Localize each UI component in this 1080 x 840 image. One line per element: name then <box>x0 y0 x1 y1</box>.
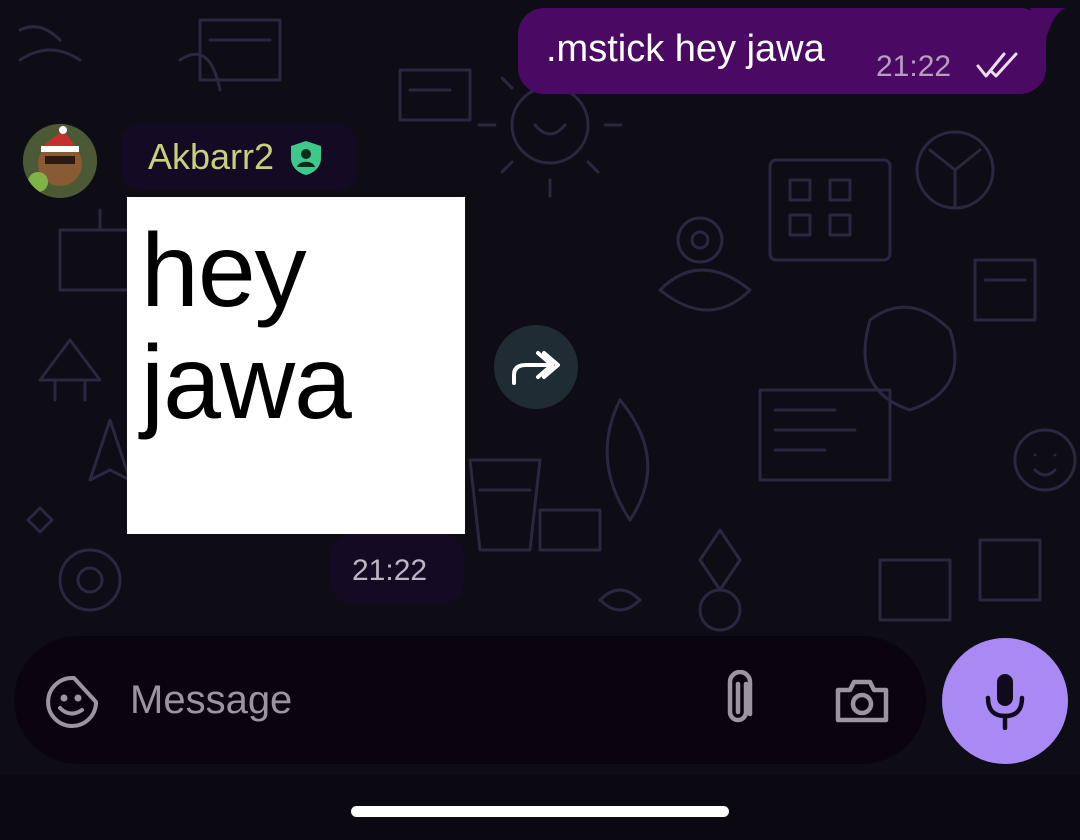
sender-name: Akbarr2 <box>148 136 275 177</box>
incoming-message-time: 21:22 <box>352 554 428 587</box>
outgoing-message-bubble[interactable]: .mstick hey jawa 21:22 <box>518 8 1046 94</box>
sticker-message[interactable]: hey jawa <box>127 197 465 534</box>
message-input[interactable] <box>130 672 690 728</box>
outgoing-message-text: .mstick hey jawa <box>546 28 825 70</box>
outgoing-message-time: 21:22 <box>876 50 952 83</box>
voice-message-button[interactable] <box>942 638 1068 764</box>
forward-icon <box>512 351 560 385</box>
avatar-image <box>23 124 97 198</box>
camera-icon[interactable] <box>834 676 890 724</box>
sticker-text-line: jawa <box>141 325 352 441</box>
sender-avatar[interactable] <box>23 124 97 198</box>
forward-button[interactable] <box>494 325 578 409</box>
double-check-icon <box>976 52 1018 78</box>
microphone-icon <box>985 674 1025 730</box>
message-composer <box>14 636 926 764</box>
sticker-text-line: hey <box>141 213 307 329</box>
incoming-message-time-pill: 21:22 <box>330 534 464 604</box>
sticker-emoji-icon[interactable] <box>44 674 100 730</box>
admin-shield-icon <box>291 141 321 175</box>
paperclip-icon[interactable] <box>718 670 758 730</box>
home-indicator[interactable] <box>351 806 729 817</box>
sender-name-pill[interactable]: Akbarr2 <box>122 124 356 190</box>
